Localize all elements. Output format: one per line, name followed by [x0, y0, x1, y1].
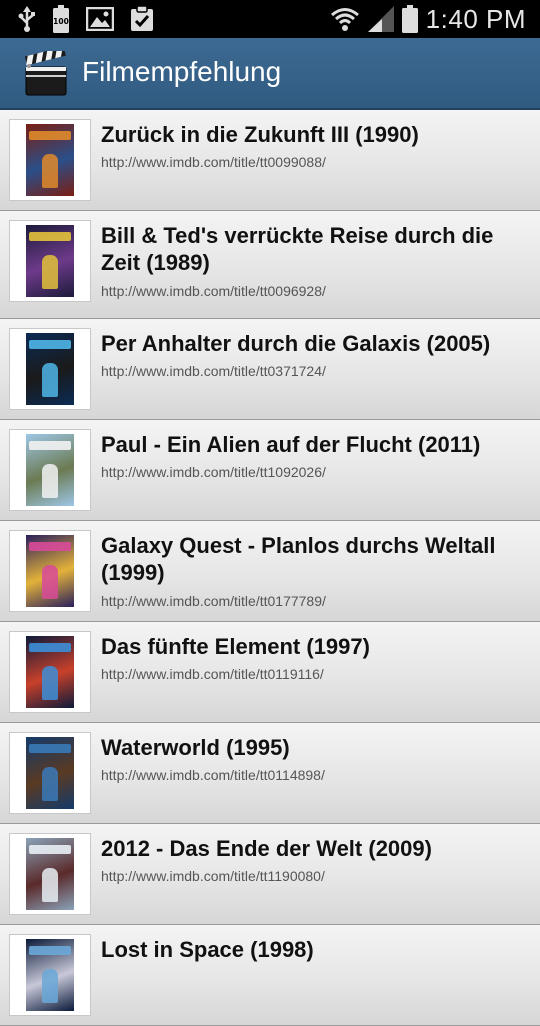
list-item[interactable]: Waterworld (1995) http://www.imdb.com/tit… [0, 723, 540, 824]
poster-figure-graphic [42, 767, 58, 801]
poster-title-graphic [29, 340, 71, 349]
movie-poster-image [26, 124, 74, 196]
list-item[interactable]: Zurück in die Zukunft III (1990) http://w… [0, 110, 540, 211]
movie-poster-image [26, 333, 74, 405]
movie-poster-image [26, 737, 74, 809]
movie-thumbnail [9, 732, 91, 814]
poster-title-graphic [29, 845, 71, 854]
list-item[interactable]: Per Anhalter durch die Galaxis (2005) htt… [0, 319, 540, 420]
movie-thumbnail [9, 530, 91, 612]
poster-figure-graphic [42, 363, 58, 397]
poster-figure-graphic [42, 666, 58, 700]
movie-imdb-link[interactable]: http://www.imdb.com/title/tt1190080/ [101, 868, 325, 884]
list-item[interactable]: Galaxy Quest - Planlos durchs Weltall (1… [0, 521, 540, 622]
clock: 1:40 PM [425, 3, 526, 34]
poster-figure-graphic [42, 464, 58, 498]
poster-title-graphic [29, 744, 71, 753]
movie-poster-image [26, 535, 74, 607]
poster-title-graphic [29, 131, 71, 140]
movie-title: 2012 - Das Ende der Welt (2009) [101, 836, 432, 861]
movie-thumbnail [9, 934, 91, 1016]
movie-imdb-link[interactable]: http://www.imdb.com/title/tt0371724/ [101, 363, 326, 379]
poster-figure-graphic [42, 154, 58, 188]
clapperboard-icon[interactable] [24, 51, 68, 97]
movie-title: Bill & Ted's verrückte Reise durch die Z… [101, 223, 494, 275]
wifi-icon [330, 8, 359, 31]
svg-text:100: 100 [53, 17, 69, 26]
movie-title: Per Anhalter durch die Galaxis (2005) [101, 331, 491, 356]
notification-icons: 100 [18, 5, 154, 33]
movie-poster-image [26, 838, 74, 910]
movie-title: Das fünfte Element (1997) [101, 634, 370, 659]
movie-imdb-link[interactable]: http://www.imdb.com/title/tt0099088/ [101, 154, 326, 170]
poster-title-graphic [29, 232, 71, 241]
usb-icon [18, 6, 35, 32]
poster-figure-graphic [42, 868, 58, 902]
movie-imdb-link[interactable]: http://www.imdb.com/title/tt0177789/ [101, 593, 326, 609]
app-title: Filmempfehlung [82, 56, 282, 87]
poster-figure-graphic [42, 565, 58, 599]
poster-figure-graphic [42, 255, 58, 289]
movie-title: Paul - Ein Alien auf der Flucht (2011) [101, 432, 481, 457]
movie-imdb-link[interactable]: http://www.imdb.com/title/tt1092026/ [101, 464, 326, 480]
movie-poster-image [26, 939, 74, 1011]
battery-full-icon: 100 [53, 5, 69, 33]
poster-title-graphic [29, 441, 71, 450]
movie-poster-image [26, 434, 74, 506]
movie-poster-image [26, 225, 74, 297]
movie-list[interactable]: Zurück in die Zukunft III (1990) http://w… [0, 110, 540, 1026]
movie-title: Galaxy Quest - Planlos durchs Weltall (1… [101, 533, 496, 585]
movie-thumbnail [9, 328, 91, 410]
movie-thumbnail [9, 429, 91, 511]
battery-icon [401, 5, 418, 33]
poster-figure-graphic [42, 969, 58, 1003]
list-item[interactable]: Lost in Space (1998) [0, 925, 540, 1026]
status-bar: 100 1:40 PM [0, 0, 540, 38]
movie-imdb-link[interactable]: http://www.imdb.com/title/tt0119116/ [101, 666, 324, 682]
list-item[interactable]: 2012 - Das Ende der Welt (2009) http://ww… [0, 824, 540, 925]
movie-thumbnail [9, 631, 91, 713]
poster-title-graphic [29, 643, 71, 652]
poster-title-graphic [29, 946, 71, 955]
list-item[interactable]: Paul - Ein Alien auf der Flucht (2011) ht… [0, 420, 540, 521]
movie-poster-image [26, 636, 74, 708]
movie-imdb-link[interactable]: http://www.imdb.com/title/tt0096928/ [101, 283, 326, 299]
image-icon [86, 7, 114, 31]
movie-title: Lost in Space (1998) [101, 937, 314, 962]
clipboard-check-icon [131, 6, 153, 31]
movie-title: Zurück in die Zukunft III (1990) [101, 122, 419, 147]
app-bar: Filmempfehlung [0, 38, 540, 110]
system-icons: 1:40 PM [330, 3, 526, 35]
list-item[interactable]: Bill & Ted's verrückte Reise durch die Z… [0, 211, 540, 319]
movie-thumbnail [9, 220, 91, 302]
list-item[interactable]: Das fünfte Element (1997) http://www.imdb… [0, 622, 540, 723]
movie-imdb-link[interactable]: http://www.imdb.com/title/tt0114898/ [101, 767, 325, 783]
poster-title-graphic [29, 542, 71, 551]
cell-signal-icon [367, 6, 394, 32]
movie-title: Waterworld (1995) [101, 735, 290, 760]
movie-thumbnail [9, 119, 91, 201]
movie-thumbnail [9, 833, 91, 915]
